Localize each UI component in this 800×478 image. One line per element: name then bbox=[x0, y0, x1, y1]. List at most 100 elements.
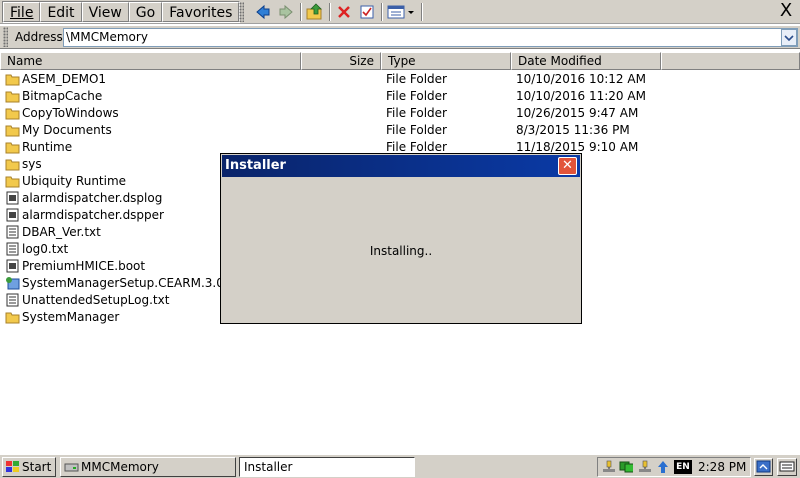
address-label: Address bbox=[15, 30, 63, 44]
up-arrow-icon[interactable] bbox=[656, 460, 670, 474]
start-button[interactable]: Start bbox=[2, 457, 56, 477]
text-file-icon bbox=[5, 242, 20, 256]
file-name: alarmdispatcher.dspper bbox=[22, 208, 164, 222]
up-folder-icon bbox=[306, 3, 322, 20]
menu-edit-label: Edit bbox=[47, 5, 75, 21]
toolbar-separator bbox=[421, 3, 423, 21]
close-icon: ✕ bbox=[562, 158, 573, 173]
file-icon bbox=[5, 208, 20, 222]
delete-icon bbox=[338, 6, 350, 18]
keyboard-icon bbox=[779, 461, 795, 472]
up-folder-button[interactable] bbox=[304, 1, 326, 23]
menu-file-label: File bbox=[10, 5, 34, 21]
menu-file[interactable]: File bbox=[3, 2, 41, 22]
back-arrow-icon bbox=[256, 4, 270, 20]
taskbar: Start MMCMemory Installer EN 2:28 PM bbox=[0, 454, 800, 478]
toolbar-grip[interactable] bbox=[239, 2, 244, 22]
column-header-date-modified[interactable]: Date Modified bbox=[511, 52, 661, 70]
file-row[interactable]: BitmapCache File Folder 10/10/2016 11:20 A… bbox=[0, 88, 800, 105]
menu-favorites-label: Favorites bbox=[169, 5, 233, 21]
dialog-close-button[interactable]: ✕ bbox=[558, 157, 577, 175]
file-name: alarmdispatcher.dsplog bbox=[22, 191, 163, 205]
file-date-modified: 10/26/2015 9:47 AM bbox=[516, 106, 639, 120]
monitor-icon[interactable] bbox=[619, 460, 633, 474]
menu-view[interactable]: View bbox=[81, 2, 129, 22]
menu-group: File Edit View Go Favorites bbox=[2, 1, 241, 23]
file-name: sys bbox=[22, 157, 42, 171]
window-close-button[interactable]: X bbox=[776, 0, 796, 22]
menu-go-label: Go bbox=[135, 5, 156, 21]
file-name: SystemManagerSetup.CEARM.3.0.00 bbox=[22, 276, 243, 290]
properties-icon bbox=[360, 5, 374, 19]
file-row[interactable]: CopyToWindows File Folder 10/26/2015 9:47 … bbox=[0, 105, 800, 122]
file-type: File Folder bbox=[386, 106, 447, 120]
system-tray: EN 2:28 PM bbox=[597, 457, 751, 477]
desktop-icon bbox=[756, 460, 771, 473]
toolbar-separator bbox=[300, 3, 302, 21]
file-date-modified: 8/3/2015 11:36 PM bbox=[516, 123, 630, 137]
dialog-title: Installer bbox=[225, 158, 286, 173]
file-name: PremiumHMICE.boot bbox=[22, 259, 146, 273]
dialog-body: Installing.. bbox=[222, 178, 580, 322]
windows-logo-icon bbox=[6, 461, 19, 472]
address-dropdown-button[interactable] bbox=[781, 29, 797, 46]
menu-bar: File Edit View Go Favorites X bbox=[0, 0, 800, 24]
task-mmcmemory-label: MMCMemory bbox=[81, 460, 159, 474]
file-name: UnattendedSetupLog.txt bbox=[22, 293, 170, 307]
address-value: \MMCMemory bbox=[66, 30, 148, 44]
file-type: File Folder bbox=[386, 89, 447, 103]
file-name: My Documents bbox=[22, 123, 112, 137]
menu-edit[interactable]: Edit bbox=[40, 2, 82, 22]
column-header-name[interactable]: Name bbox=[0, 52, 301, 70]
dialog-title-bar[interactable]: Installer ✕ bbox=[222, 155, 580, 177]
clock[interactable]: 2:28 PM bbox=[698, 459, 746, 476]
drive-icon bbox=[64, 463, 79, 472]
file-name: DBAR_Ver.txt bbox=[22, 225, 101, 239]
list-header: Name Size Type Date Modified bbox=[0, 52, 800, 70]
file-date-modified: 10/10/2016 10:12 AM bbox=[516, 72, 646, 86]
column-header-size[interactable]: Size bbox=[301, 52, 381, 70]
back-button[interactable] bbox=[252, 1, 274, 23]
properties-button[interactable] bbox=[356, 1, 378, 23]
menu-favorites[interactable]: Favorites bbox=[162, 2, 240, 22]
address-grip[interactable] bbox=[3, 27, 8, 47]
file-row[interactable]: My Documents File Folder 8/3/2015 11:36 PM bbox=[0, 122, 800, 139]
folder-icon bbox=[5, 123, 20, 137]
toolbar-separator bbox=[329, 3, 331, 21]
network-icon[interactable] bbox=[638, 460, 652, 474]
start-label: Start bbox=[22, 460, 52, 474]
folder-icon bbox=[5, 174, 20, 188]
folder-icon bbox=[5, 106, 20, 120]
file-icon bbox=[5, 191, 20, 205]
task-installer-label: Installer bbox=[244, 460, 293, 474]
folder-icon bbox=[5, 140, 20, 154]
desktop-button[interactable] bbox=[754, 458, 773, 476]
forward-button[interactable] bbox=[275, 1, 297, 23]
delete-button[interactable] bbox=[333, 1, 355, 23]
column-header-type[interactable]: Type bbox=[381, 52, 511, 70]
file-icon bbox=[5, 259, 20, 273]
folder-icon bbox=[5, 89, 20, 103]
folder-icon bbox=[5, 157, 20, 171]
text-file-icon bbox=[5, 293, 20, 307]
keyboard-button[interactable] bbox=[777, 458, 797, 476]
file-name: ASEM_DEMO1 bbox=[22, 72, 107, 86]
menu-go[interactable]: Go bbox=[128, 2, 163, 22]
address-input[interactable]: \MMCMemory bbox=[63, 28, 798, 47]
views-button[interactable] bbox=[386, 1, 418, 23]
network-icon[interactable] bbox=[602, 460, 616, 474]
chevron-down-icon bbox=[784, 34, 794, 41]
file-row[interactable]: ASEM_DEMO1 File Folder 10/10/2016 10:12 AM bbox=[0, 71, 800, 88]
task-installer[interactable]: Installer bbox=[239, 457, 415, 477]
file-name: Ubiquity Runtime bbox=[22, 174, 127, 188]
folder-icon bbox=[5, 72, 20, 86]
file-name: BitmapCache bbox=[22, 89, 103, 103]
file-date-modified: 10/10/2016 11:20 AM bbox=[516, 89, 646, 103]
file-type: File Folder bbox=[386, 123, 447, 137]
column-header-filler bbox=[661, 52, 800, 70]
language-indicator[interactable]: EN bbox=[674, 460, 692, 474]
text-file-icon bbox=[5, 225, 20, 239]
installer-icon bbox=[5, 276, 20, 290]
task-mmcmemory[interactable]: MMCMemory bbox=[60, 457, 236, 477]
dialog-message: Installing.. bbox=[369, 244, 433, 258]
